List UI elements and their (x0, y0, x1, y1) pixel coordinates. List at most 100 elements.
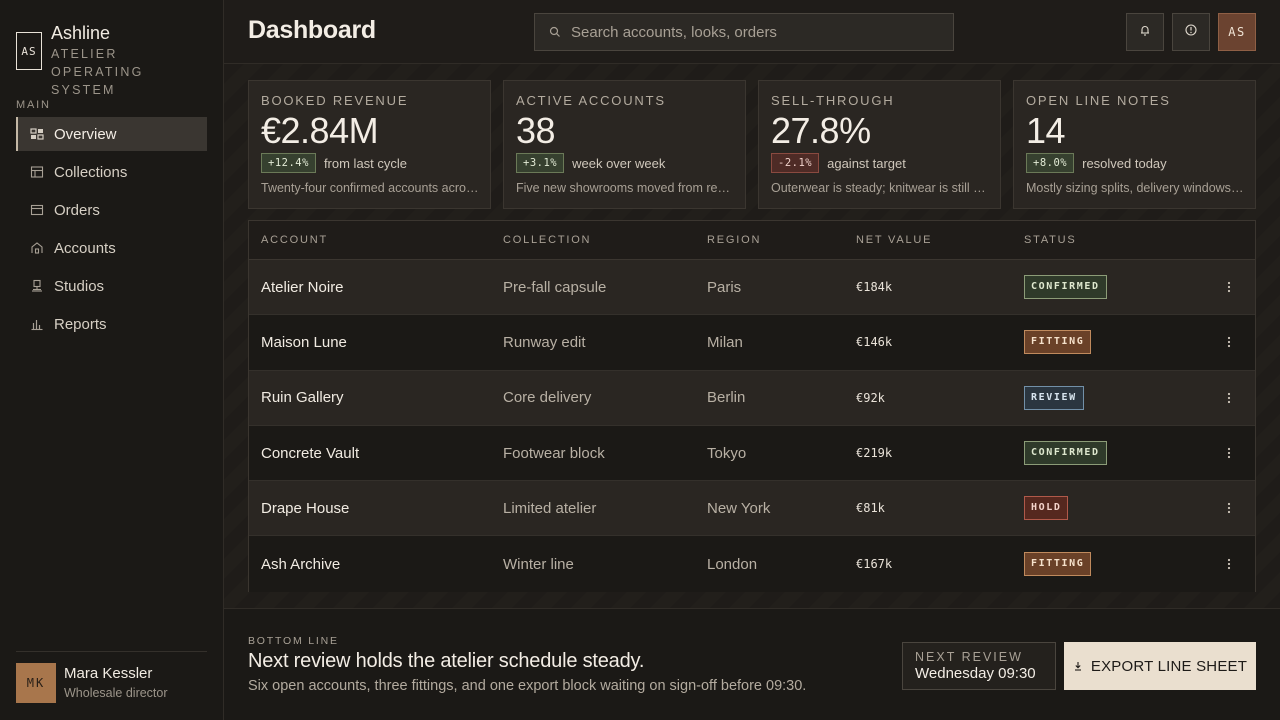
kpi-note: Mostly sizing splits, delivery windows a… (1026, 181, 1244, 195)
sidebar: AS Ashline ATELIER OPERATING SYSTEM MAIN… (0, 0, 224, 720)
notifications-button[interactable] (1126, 13, 1164, 51)
sidebar-nav: Overview Collections Orders Accounts Stu… (16, 117, 207, 345)
brand-subtitle: ATELIER OPERATING SYSTEM (51, 47, 144, 97)
nav-section-label: MAIN (16, 99, 51, 111)
kpi-card-sell-through[interactable]: SELL-THROUGH 27.8% -2.1% against target … (758, 80, 1001, 209)
more-vertical-icon (1227, 503, 1231, 514)
kpi-context: against target (827, 155, 906, 171)
kpi-delta: +12.4% (261, 153, 316, 173)
kpi-value: 27.8% (771, 110, 871, 151)
kpi-label: SELL-THROUGH (771, 93, 895, 108)
column-header-account[interactable]: ACCOUNT (261, 234, 328, 246)
download-icon (1073, 661, 1083, 671)
search-input[interactable] (571, 23, 941, 41)
kpi-card-open-line-notes[interactable]: OPEN LINE NOTES 14 +8.0% resolved today … (1013, 80, 1256, 209)
cell-collection: Footwear block (503, 444, 605, 462)
cell-net-value: €219k (856, 446, 893, 461)
kpi-card-booked-revenue[interactable]: BOOKED REVENUE €2.84M +12.4% from last c… (248, 80, 491, 209)
next-review-value: Wednesday 09:30 (915, 665, 1036, 682)
sidebar-item-label: Orders (54, 201, 100, 219)
table-row[interactable]: Ash Archive Winter line London €167k FIT… (249, 536, 1255, 592)
user-name: Mara Kessler (64, 665, 153, 682)
sidebar-divider (16, 651, 207, 652)
status-badge: FITTING (1024, 552, 1092, 577)
cell-net-value: €167k (856, 557, 893, 572)
studio-icon (30, 279, 44, 293)
kpi-label: BOOKED REVENUE (261, 93, 409, 108)
column-header-status[interactable]: STATUS (1024, 234, 1077, 246)
kpi-delta: -2.1% (771, 153, 820, 173)
row-menu-button[interactable] (1221, 336, 1237, 348)
cell-region: Milan (707, 333, 743, 351)
brand-name: Ashline (51, 23, 111, 43)
cell-collection: Runway edit (503, 333, 586, 351)
sidebar-item-label: Accounts (54, 239, 116, 257)
kpi-delta: +8.0% (1026, 153, 1075, 173)
status-badge: FITTING (1024, 330, 1092, 355)
page-title: Dashboard (248, 16, 376, 44)
sidebar-item-reports[interactable]: Reports (16, 307, 207, 341)
export-line-sheet-button[interactable]: EXPORT LINE SHEET (1064, 642, 1256, 690)
cell-region: Berlin (707, 389, 746, 407)
cell-account: Maison Lune (261, 333, 347, 351)
table-row[interactable]: Maison Lune Runway edit Milan €146k FITT… (249, 315, 1255, 371)
user-profile[interactable]: MK Mara Kessler Wholesale director (16, 663, 168, 703)
box-icon (30, 203, 44, 217)
account-avatar-button[interactable]: AS (1218, 13, 1256, 51)
alerts-button[interactable] (1172, 13, 1210, 51)
cell-account: Atelier Noire (261, 278, 344, 296)
sidebar-item-studios[interactable]: Studios (16, 269, 207, 303)
table-row[interactable]: Ruin Gallery Core delivery Berlin €92k R… (249, 370, 1255, 426)
kpi-label: OPEN LINE NOTES (1026, 93, 1171, 108)
sidebar-item-collections[interactable]: Collections (16, 155, 207, 189)
table-row[interactable]: Drape House Limited atelier New York €81… (249, 481, 1255, 537)
kpi-row: BOOKED REVENUE €2.84M +12.4% from last c… (248, 80, 1256, 209)
cell-collection: Winter line (503, 555, 574, 573)
more-vertical-icon (1227, 447, 1231, 459)
row-menu-button[interactable] (1221, 502, 1237, 514)
user-role: Wholesale director (64, 686, 168, 700)
bell-icon (1138, 23, 1152, 42)
cell-net-value: €92k (856, 390, 885, 405)
cell-collection: Core delivery (503, 389, 592, 407)
status-badge: REVIEW (1024, 385, 1084, 410)
sidebar-item-overview[interactable]: Overview (16, 117, 207, 151)
cell-net-value: €184k (856, 280, 893, 295)
kpi-note: Five new showrooms moved from review to … (516, 181, 734, 195)
footer-subtitle: Six open accounts, three fittings, and o… (248, 678, 807, 694)
column-header-collection[interactable]: COLLECTION (503, 234, 591, 246)
status-badge: CONFIRMED (1024, 441, 1107, 466)
top-header: Dashboard AS (224, 0, 1280, 64)
cell-region: London (707, 555, 758, 573)
status-badge: HOLD (1024, 496, 1069, 521)
sidebar-item-label: Collections (54, 163, 128, 181)
cell-collection: Pre-fall capsule (503, 278, 607, 296)
kpi-context: resolved today (1082, 155, 1167, 171)
search-icon (549, 26, 561, 38)
search-bar[interactable] (534, 13, 954, 51)
column-header-net-value[interactable]: NET VALUE (856, 234, 932, 246)
alert-circle-icon (1184, 23, 1198, 42)
column-header-region[interactable]: REGION (707, 234, 761, 246)
row-menu-button[interactable] (1221, 392, 1237, 404)
kpi-card-active-accounts[interactable]: ACTIVE ACCOUNTS 38 +3.1% week over week … (503, 80, 746, 209)
brand[interactable]: AS Ashline ATELIER OPERATING SYSTEM (16, 22, 211, 99)
next-review-box: NEXT REVIEW Wednesday 09:30 (902, 642, 1056, 690)
row-menu-button[interactable] (1221, 281, 1237, 293)
cell-account: Drape House (261, 499, 350, 517)
cell-account: Concrete Vault (261, 444, 360, 462)
table-row[interactable]: Concrete Vault Footwear block Tokyo €219… (249, 425, 1255, 482)
cell-account: Ruin Gallery (261, 389, 344, 407)
layers-icon (30, 165, 44, 179)
sidebar-item-accounts[interactable]: Accounts (16, 231, 207, 265)
table-row[interactable]: Atelier Noire Pre-fall capsule Paris €18… (249, 260, 1255, 316)
kpi-label: ACTIVE ACCOUNTS (516, 93, 666, 108)
cell-net-value: €81k (856, 501, 885, 516)
sidebar-item-orders[interactable]: Orders (16, 193, 207, 227)
row-menu-button[interactable] (1221, 558, 1237, 570)
cell-account: Ash Archive (261, 555, 341, 573)
row-menu-button[interactable] (1221, 447, 1237, 459)
kpi-note: Outerwear is steady; knitwear is still t… (771, 181, 989, 195)
store-icon (30, 241, 44, 255)
more-vertical-icon (1227, 392, 1231, 403)
